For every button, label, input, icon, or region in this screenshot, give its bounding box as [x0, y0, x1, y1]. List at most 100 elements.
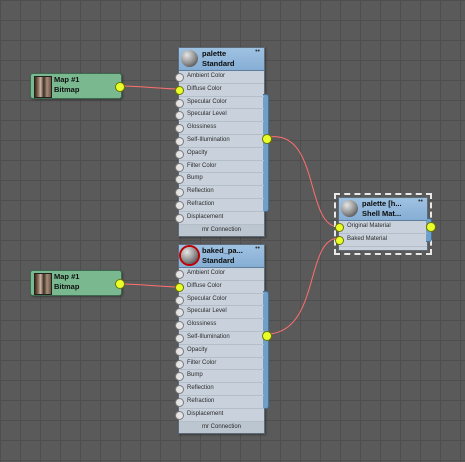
bitmap-node-2[interactable]: Map #1 Bitmap — [30, 270, 125, 296]
slot-diffuse-color[interactable]: Diffuse Color — [175, 281, 264, 294]
input-port[interactable] — [175, 200, 184, 210]
bitmap-node-1[interactable]: Map #1 Bitmap — [30, 73, 125, 99]
slot-bump[interactable]: Bump — [175, 370, 264, 384]
slot-glossiness[interactable]: Glossiness — [175, 319, 264, 332]
slot-label: Refraction — [187, 200, 215, 207]
slot-label: Displacement — [187, 213, 224, 220]
slot-label: Filter Color — [187, 359, 217, 366]
slot-baked-material[interactable]: Baked Material — [335, 234, 427, 247]
bitmap-node-title: Map #1 — [54, 75, 80, 84]
slot-self-illumination[interactable]: Self-Illumination — [175, 332, 264, 345]
input-port[interactable] — [175, 175, 184, 185]
slot-displacement[interactable]: Displacement — [175, 212, 264, 225]
input-port[interactable] — [175, 124, 184, 134]
slot-filter-color[interactable]: Filter Color — [175, 161, 264, 174]
slot-original-material[interactable]: Original Material — [335, 221, 427, 234]
slot-label: Glossiness — [187, 321, 217, 328]
slot-label: Ambient Color — [187, 73, 226, 79]
slot-specular-level[interactable]: Specular Level — [175, 109, 264, 123]
material-node-header[interactable]: baked_pa... Standard •• — [179, 245, 264, 268]
input-port[interactable] — [175, 136, 184, 146]
slot-label: Bump — [187, 175, 203, 182]
input-port[interactable] — [175, 295, 184, 305]
input-port[interactable] — [175, 372, 184, 382]
collapse-icon[interactable]: •• — [418, 198, 423, 205]
slot-ambient-color[interactable]: Ambient Color — [175, 71, 264, 84]
collapse-icon[interactable]: •• — [255, 245, 260, 252]
slot-label: Reflection — [187, 188, 214, 195]
slot-reflection[interactable]: Reflection — [175, 383, 264, 396]
input-port[interactable] — [175, 73, 184, 82]
input-port[interactable] — [175, 188, 184, 198]
material-sphere-icon — [181, 247, 198, 264]
slot-label: Opacity — [187, 346, 208, 353]
input-port[interactable] — [175, 397, 184, 407]
bitmap-thumbnail — [34, 76, 52, 98]
input-port[interactable] — [175, 270, 184, 279]
input-port[interactable] — [175, 333, 184, 343]
wire-palette-to-original-material — [268, 136, 339, 228]
input-port[interactable] — [175, 321, 184, 331]
slot-specular-color[interactable]: Specular Color — [175, 294, 264, 307]
input-port[interactable] — [335, 235, 344, 245]
collapse-icon[interactable]: •• — [255, 48, 260, 55]
material-sphere-icon — [341, 200, 358, 217]
material-node-header[interactable]: palette Standard •• — [179, 48, 264, 71]
slot-diffuse-color[interactable]: Diffuse Color — [175, 84, 264, 97]
input-port[interactable] — [175, 111, 184, 121]
material-type: Shell Mat... — [362, 209, 402, 218]
output-port[interactable] — [262, 331, 272, 341]
material-type: Standard — [202, 256, 235, 265]
input-port[interactable] — [175, 385, 184, 395]
slot-label: Bump — [187, 372, 203, 379]
slot-filter-color[interactable]: Filter Color — [175, 358, 264, 371]
output-port[interactable] — [426, 222, 436, 232]
bitmap-node-title: Map #1 — [54, 272, 80, 281]
slot-label: Original Material — [347, 223, 391, 229]
slot-reflection[interactable]: Reflection — [175, 186, 264, 199]
slot-label: Glossiness — [187, 124, 217, 131]
slot-label: Specular Color — [187, 295, 227, 302]
input-port[interactable] — [175, 282, 184, 292]
shell-material-selection: palette [h... Shell Mat... •• Original M… — [334, 193, 436, 255]
slot-displacement[interactable]: Displacement — [175, 409, 264, 422]
slot-label: Diffuse Color — [187, 282, 222, 289]
slot-specular-color[interactable]: Specular Color — [175, 97, 264, 110]
material-name: palette — [202, 49, 227, 58]
material-node-palette[interactable]: palette Standard •• Ambient Color Diffus… — [175, 47, 272, 237]
input-port[interactable] — [175, 308, 184, 318]
output-port[interactable] — [115, 82, 125, 92]
bitmap-thumbnail — [34, 273, 52, 295]
mr-connection-rollout[interactable]: mr Connection — [179, 224, 264, 236]
slot-label: Refraction — [187, 397, 215, 404]
material-node-header[interactable]: palette [h... Shell Mat... •• — [339, 198, 427, 221]
slot-opacity[interactable]: Opacity — [175, 148, 264, 161]
slot-refraction[interactable]: Refraction — [175, 396, 264, 409]
slot-label: Filter Color — [187, 162, 217, 169]
slot-self-illumination[interactable]: Self-Illumination — [175, 135, 264, 148]
slot-refraction[interactable]: Refraction — [175, 199, 264, 212]
wire-map1-to-palette-diffuse — [122, 85, 178, 90]
input-port[interactable] — [335, 223, 344, 232]
slot-label: Specular Level — [187, 308, 227, 315]
input-port[interactable] — [175, 98, 184, 108]
slot-bump[interactable]: Bump — [175, 173, 264, 187]
slot-opacity[interactable]: Opacity — [175, 345, 264, 358]
input-port[interactable] — [175, 359, 184, 369]
slot-ambient-color[interactable]: Ambient Color — [175, 268, 264, 281]
input-port[interactable] — [175, 149, 184, 159]
shell-material-node[interactable]: palette [h... Shell Mat... •• Original M… — [335, 197, 436, 251]
slot-glossiness[interactable]: Glossiness — [175, 122, 264, 135]
slot-label: Opacity — [187, 149, 208, 156]
input-port[interactable] — [175, 162, 184, 172]
slot-specular-level[interactable]: Specular Level — [175, 306, 264, 320]
input-port[interactable] — [175, 346, 184, 356]
output-port[interactable] — [262, 134, 272, 144]
material-node-baked[interactable]: baked_pa... Standard •• Ambient Color Di… — [175, 244, 272, 434]
input-port[interactable] — [175, 213, 184, 223]
input-port[interactable] — [175, 85, 184, 95]
input-port[interactable] — [175, 410, 184, 420]
mr-connection-rollout[interactable]: mr Connection — [179, 421, 264, 433]
slot-label: Self-Illumination — [187, 136, 230, 143]
output-port[interactable] — [115, 279, 125, 289]
